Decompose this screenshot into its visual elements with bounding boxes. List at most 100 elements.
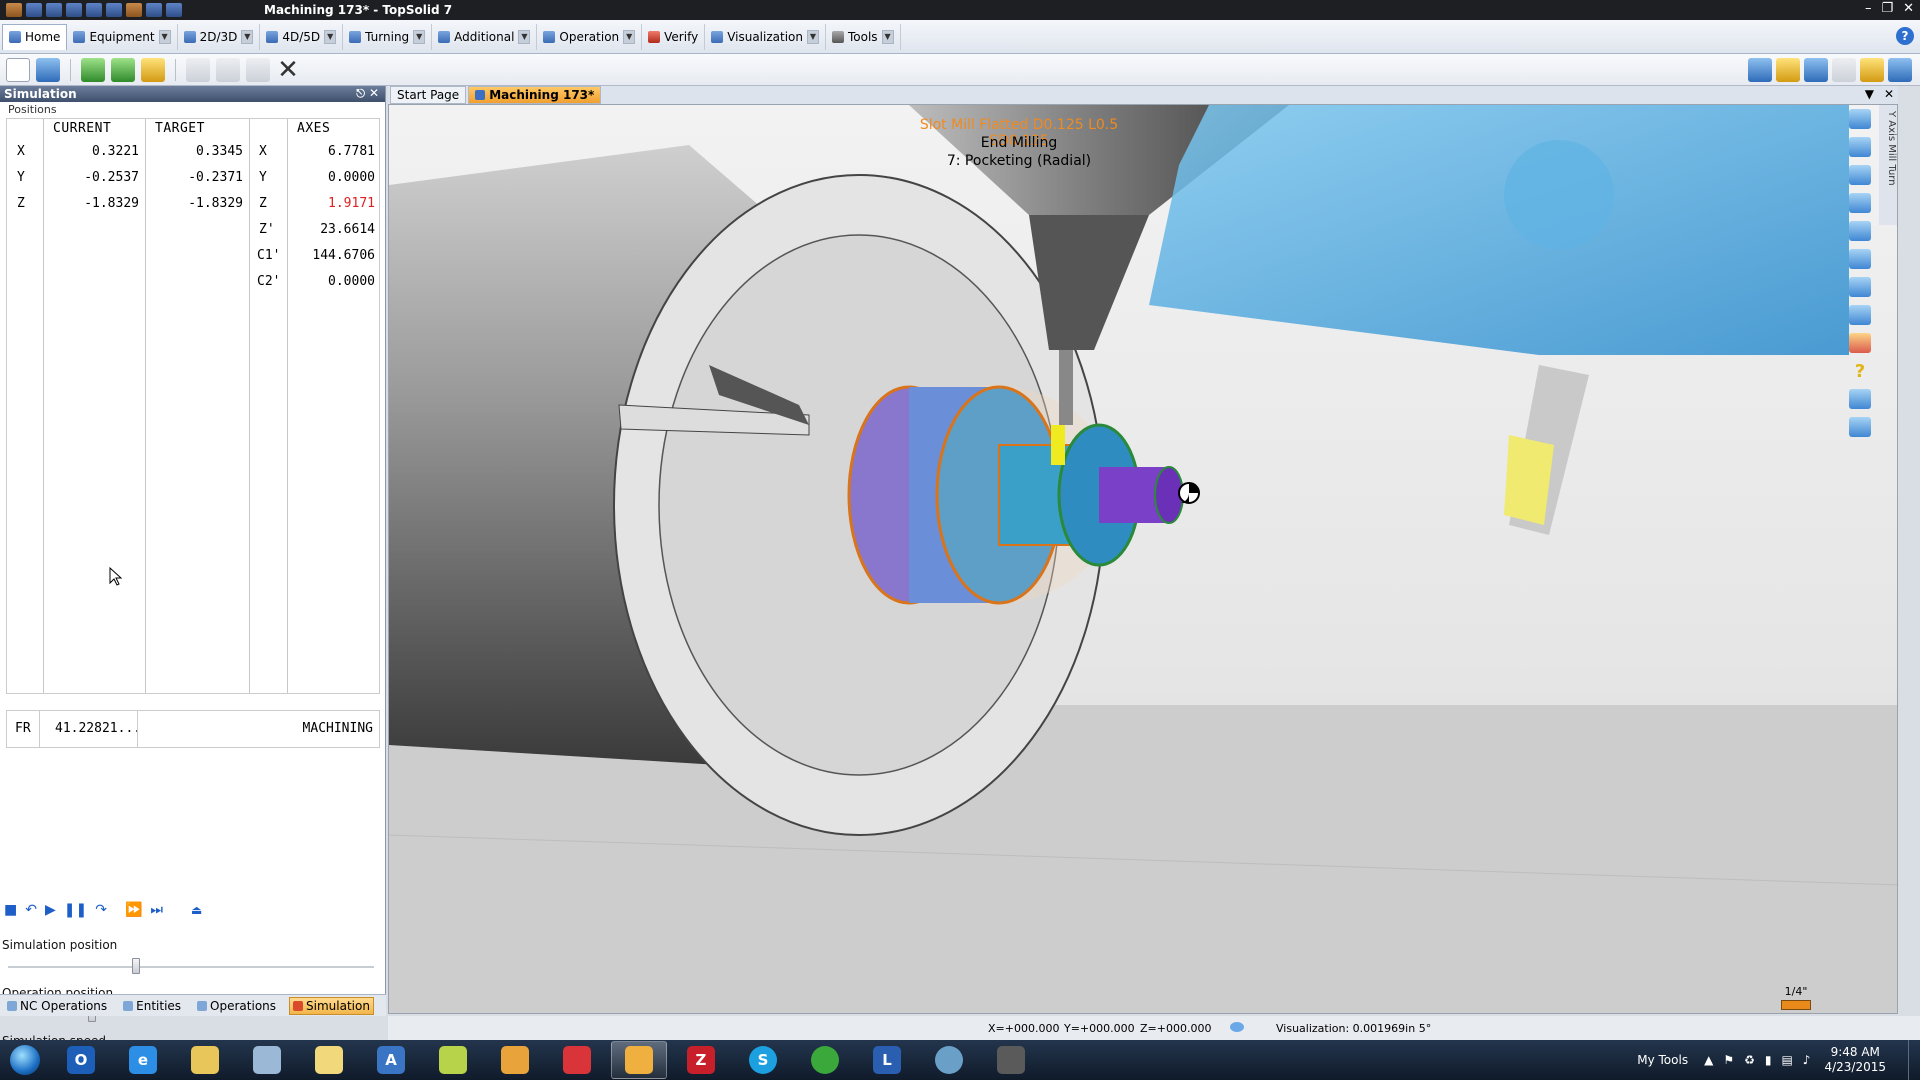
chart-icon[interactable] <box>126 3 142 17</box>
mytools-toolbar[interactable]: My Tools <box>1637 1053 1688 1067</box>
taskbar-skype[interactable]: S <box>735 1041 791 1079</box>
undo-icon[interactable] <box>86 3 102 17</box>
taskbar-spotify[interactable] <box>797 1041 853 1079</box>
delete-icon[interactable]: ✕ <box>276 55 300 85</box>
redo-icon[interactable] <box>106 3 122 17</box>
play-icon[interactable]: ▶ <box>45 902 56 918</box>
zoom-axis-icon[interactable] <box>1849 137 1871 157</box>
views-grid-icon[interactable] <box>1849 221 1871 241</box>
minimize-icon[interactable]: – <box>1865 1 1872 16</box>
orbit-icon[interactable] <box>1849 193 1871 213</box>
render-mode-icon[interactable] <box>1849 333 1871 353</box>
new-document-icon[interactable] <box>6 57 30 82</box>
close-icon[interactable]: ✕ <box>1903 1 1914 16</box>
taskbar-app-red[interactable] <box>549 1041 605 1079</box>
taskbar-lync[interactable]: L <box>859 1041 915 1079</box>
taskbar-folder[interactable] <box>301 1041 357 1079</box>
pause-icon[interactable]: ❚❚ <box>64 902 87 918</box>
pan-icon[interactable] <box>1849 109 1871 129</box>
simulation-position-thumb[interactable] <box>132 958 141 974</box>
tab-tools[interactable]: Tools ▼ <box>826 23 901 50</box>
add-part-icon[interactable] <box>81 57 105 82</box>
section-icon[interactable] <box>1849 417 1871 437</box>
zoom-window-icon[interactable] <box>1849 249 1871 269</box>
add-assembly-icon[interactable] <box>111 57 135 82</box>
simulation-position-slider[interactable] <box>8 966 374 968</box>
taskbar-explorer[interactable] <box>177 1041 233 1079</box>
side-panel-label[interactable]: Y Axis Mill Turn <box>1879 105 1897 225</box>
chevron-down-icon[interactable]: ▼ <box>623 29 636 44</box>
tab-equipment[interactable]: Equipment ▼ <box>67 23 178 50</box>
sync-icon[interactable]: ♻ <box>1744 1053 1755 1067</box>
cut-icon[interactable] <box>186 57 210 82</box>
taskbar-android[interactable] <box>425 1041 481 1079</box>
align-icon[interactable] <box>1849 165 1871 185</box>
taskbar-outlook[interactable]: O <box>53 1041 109 1079</box>
eject-icon[interactable]: ⏏ <box>191 903 202 917</box>
clock[interactable]: 9:48 AM 4/23/2015 <box>1824 1045 1886 1075</box>
network-icon[interactable]: ▤ <box>1781 1053 1792 1067</box>
show-desktop-button[interactable] <box>1908 1040 1920 1080</box>
chevron-down-icon[interactable]: ▼ <box>324 29 337 44</box>
rebuild-icon[interactable] <box>141 57 165 82</box>
save-all-icon[interactable] <box>46 3 62 17</box>
tab-operation[interactable]: Operation ▼ <box>537 23 643 50</box>
chevron-down-icon[interactable]: ▼ <box>518 29 531 44</box>
options-icon[interactable] <box>1860 58 1884 82</box>
fast-forward-icon[interactable]: ⏩ <box>125 902 142 918</box>
paste-icon[interactable] <box>246 57 270 82</box>
pin-icon[interactable]: ⎋ <box>356 87 365 101</box>
close-document-icon[interactable]: ✕ <box>1884 87 1894 101</box>
refresh-icon[interactable] <box>146 3 162 17</box>
taskbar-filezilla[interactable]: Z <box>673 1041 729 1079</box>
question-icon[interactable]: ? <box>1849 361 1871 382</box>
maximize-icon[interactable]: ❐ <box>1881 1 1893 16</box>
action-center-icon[interactable]: ⚑ <box>1723 1053 1734 1067</box>
selection-icon[interactable] <box>1804 58 1828 82</box>
export-icon[interactable] <box>166 3 182 17</box>
layers-icon[interactable] <box>1748 58 1772 82</box>
taskbar-ie[interactable]: e <box>115 1041 171 1079</box>
tab-4d5d[interactable]: 4D/5D ▼ <box>260 23 344 50</box>
rotate-view-icon[interactable] <box>1849 305 1871 325</box>
help-icon[interactable]: ? <box>1896 27 1914 45</box>
taskbar-search[interactable] <box>239 1041 295 1079</box>
taskbar-globe[interactable] <box>921 1041 977 1079</box>
tab-additional[interactable]: Additional ▼ <box>432 23 538 50</box>
tab-operations[interactable]: Operations <box>194 997 279 1015</box>
taskbar-translator[interactable]: A <box>363 1041 419 1079</box>
tab-visualization[interactable]: Visualization ▼ <box>705 23 826 50</box>
chevron-down-icon[interactable]: ▼ <box>413 29 426 44</box>
tab-turning[interactable]: Turning ▼ <box>343 23 433 50</box>
window-layout-icon[interactable] <box>1888 58 1912 82</box>
tab-home[interactable]: Home <box>2 23 68 50</box>
copy-icon[interactable] <box>216 57 240 82</box>
tab-entities[interactable]: Entities <box>120 997 184 1015</box>
chevron-down-icon[interactable]: ▼ <box>881 29 894 44</box>
doc-tab-start-page[interactable]: Start Page <box>390 86 467 104</box>
close-panel-icon[interactable]: ✕ <box>369 86 379 100</box>
measure-icon[interactable] <box>1849 389 1871 409</box>
taskbar-topsolid[interactable] <box>611 1041 667 1079</box>
tab-2d3d[interactable]: 2D/3D ▼ <box>178 23 261 50</box>
rewind-icon[interactable]: ↶ <box>25 902 37 918</box>
chevron-down-icon[interactable]: ▼ <box>241 29 254 44</box>
taskbar-tool[interactable] <box>983 1041 1039 1079</box>
print-icon[interactable] <box>66 3 82 17</box>
taskbar-app-orange[interactable] <box>487 1041 543 1079</box>
app-menu-icon[interactable] <box>6 3 22 17</box>
tab-nc-operations[interactable]: NC Operations <box>4 997 110 1015</box>
stop-icon[interactable]: ■ <box>4 902 17 918</box>
chevron-down-icon[interactable]: ▼ <box>806 29 819 44</box>
open-folder-icon[interactable] <box>36 57 60 82</box>
tab-verify[interactable]: Verify <box>642 23 706 50</box>
chevron-down-icon[interactable]: ▼ <box>1865 87 1874 101</box>
doc-tab-machining[interactable]: Machining 173* <box>468 86 602 104</box>
step-forward-icon[interactable]: ↷ <box>95 902 107 918</box>
show-hidden-icon[interactable]: ▲ <box>1704 1053 1713 1067</box>
filter-icon[interactable] <box>1776 58 1800 82</box>
zoom-icon[interactable] <box>1849 277 1871 297</box>
start-button[interactable] <box>0 1040 50 1080</box>
history-icon[interactable] <box>1832 58 1856 82</box>
3d-viewport[interactable]: Slot Mill Flatted D0.125 L0.5 SD0.125 En… <box>388 104 1898 1014</box>
